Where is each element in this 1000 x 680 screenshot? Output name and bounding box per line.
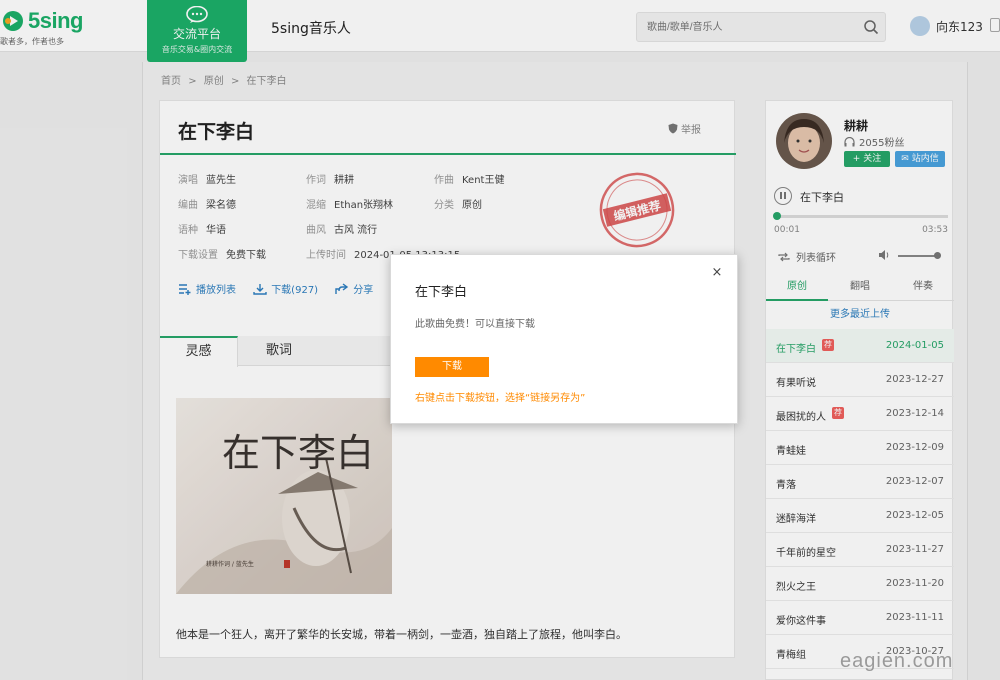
dialog-message: 此歌曲免费！可以直接下载 bbox=[415, 319, 535, 330]
dialog-title: 在下李白 bbox=[415, 285, 468, 300]
dialog-tip: 右键点击下载按钮，选择“链接另存为” bbox=[415, 393, 586, 404]
dialog-download-button[interactable]: 下载 bbox=[415, 357, 489, 377]
download-dialog: × 在下李白 此歌曲免费！可以直接下载 下载 右键点击下载按钮，选择“链接另存为… bbox=[390, 254, 738, 424]
watermark-text: eagien.com bbox=[840, 650, 954, 672]
close-icon[interactable]: × bbox=[709, 265, 725, 281]
